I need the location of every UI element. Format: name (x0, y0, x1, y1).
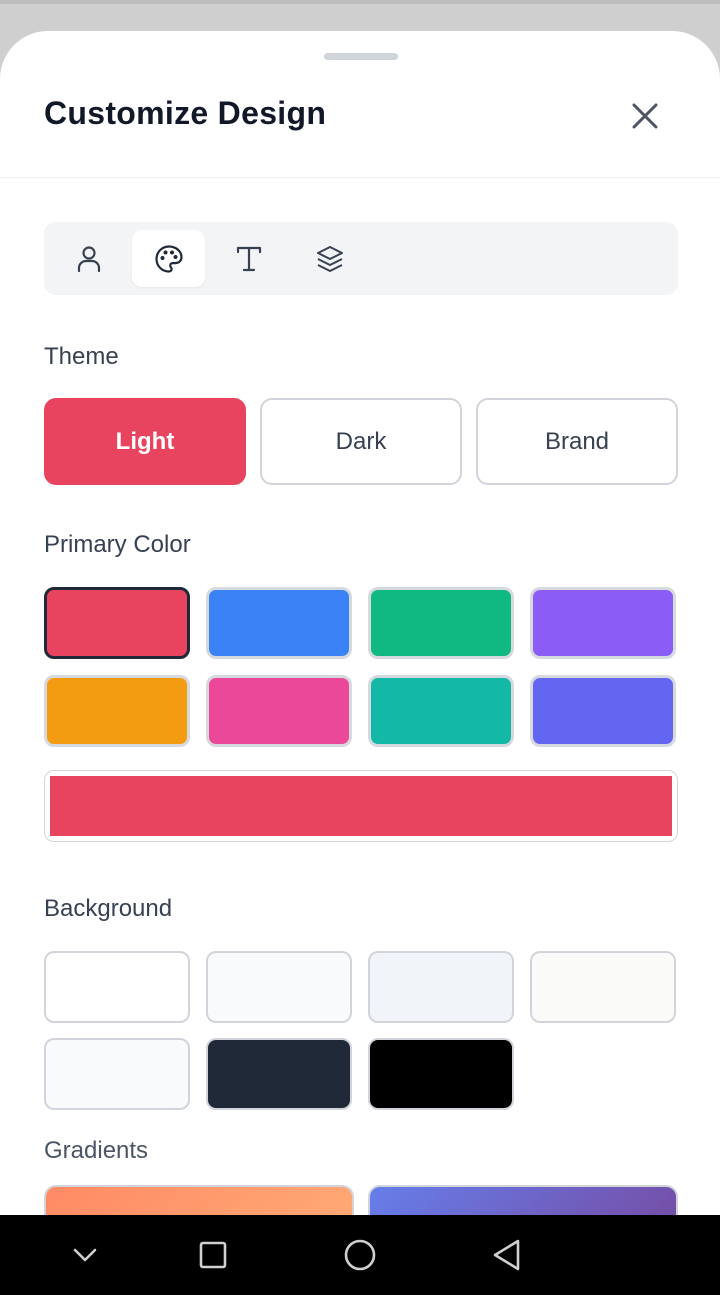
background-color-swatch[interactable] (368, 1038, 514, 1110)
layers-icon (316, 245, 343, 272)
close-icon (632, 103, 658, 129)
palette-icon (154, 244, 183, 273)
drag-handle[interactable] (324, 53, 398, 60)
tab-layers[interactable] (293, 230, 366, 287)
theme-label: Theme (44, 343, 119, 370)
customize-design-sheet: Customize Design Theme Light Dark Brand … (0, 31, 720, 1215)
design-tab-bar (44, 222, 678, 295)
background-color-swatch[interactable] (206, 951, 352, 1023)
theme-dark-button[interactable]: Dark (260, 398, 462, 485)
person-icon (77, 245, 100, 272)
custom-color-preview (50, 776, 672, 836)
back-triangle-icon (493, 1239, 520, 1271)
gradients-label: Gradients (44, 1137, 149, 1164)
background-color-swatch[interactable] (44, 951, 190, 1023)
system-nav-bar (0, 1215, 720, 1295)
primary-color-label: Primary Color (44, 531, 191, 558)
primary-color-swatch[interactable] (530, 587, 676, 659)
tab-typography[interactable] (212, 230, 285, 287)
primary-color-swatch[interactable] (368, 587, 514, 659)
nav-hide-button[interactable] (57, 1231, 113, 1279)
text-icon (236, 246, 261, 271)
background-color-swatch[interactable] (530, 951, 676, 1023)
nav-recents-button[interactable] (185, 1231, 241, 1279)
chevron-down-icon (73, 1248, 97, 1262)
primary-color-swatch[interactable] (530, 675, 676, 747)
background-color-swatch[interactable] (206, 1038, 352, 1110)
tab-colors[interactable] (132, 230, 205, 287)
primary-color-swatch[interactable] (206, 675, 352, 747)
primary-color-swatch[interactable] (368, 675, 514, 747)
close-button[interactable] (622, 93, 668, 139)
backdrop (0, 0, 720, 4)
primary-color-swatch[interactable] (44, 587, 190, 659)
home-circle-icon (344, 1239, 376, 1271)
sheet-title: Customize Design (44, 95, 327, 131)
nav-home-button[interactable] (332, 1231, 388, 1279)
header-divider (0, 177, 720, 178)
primary-color-swatch[interactable] (44, 675, 190, 747)
background-label: Background (44, 895, 173, 922)
background-color-swatch[interactable] (44, 1038, 190, 1110)
nav-back-button[interactable] (479, 1231, 535, 1279)
recents-square-icon (199, 1241, 227, 1269)
theme-brand-button[interactable]: Brand (476, 398, 678, 485)
background-color-swatch[interactable] (368, 951, 514, 1023)
gradient-swatch-sunset[interactable] (44, 1185, 354, 1215)
gradient-swatch-purple[interactable] (368, 1185, 678, 1215)
primary-color-swatch[interactable] (206, 587, 352, 659)
tab-profile[interactable] (52, 230, 125, 287)
custom-color-picker[interactable] (44, 770, 678, 842)
theme-light-button[interactable]: Light (44, 398, 246, 485)
